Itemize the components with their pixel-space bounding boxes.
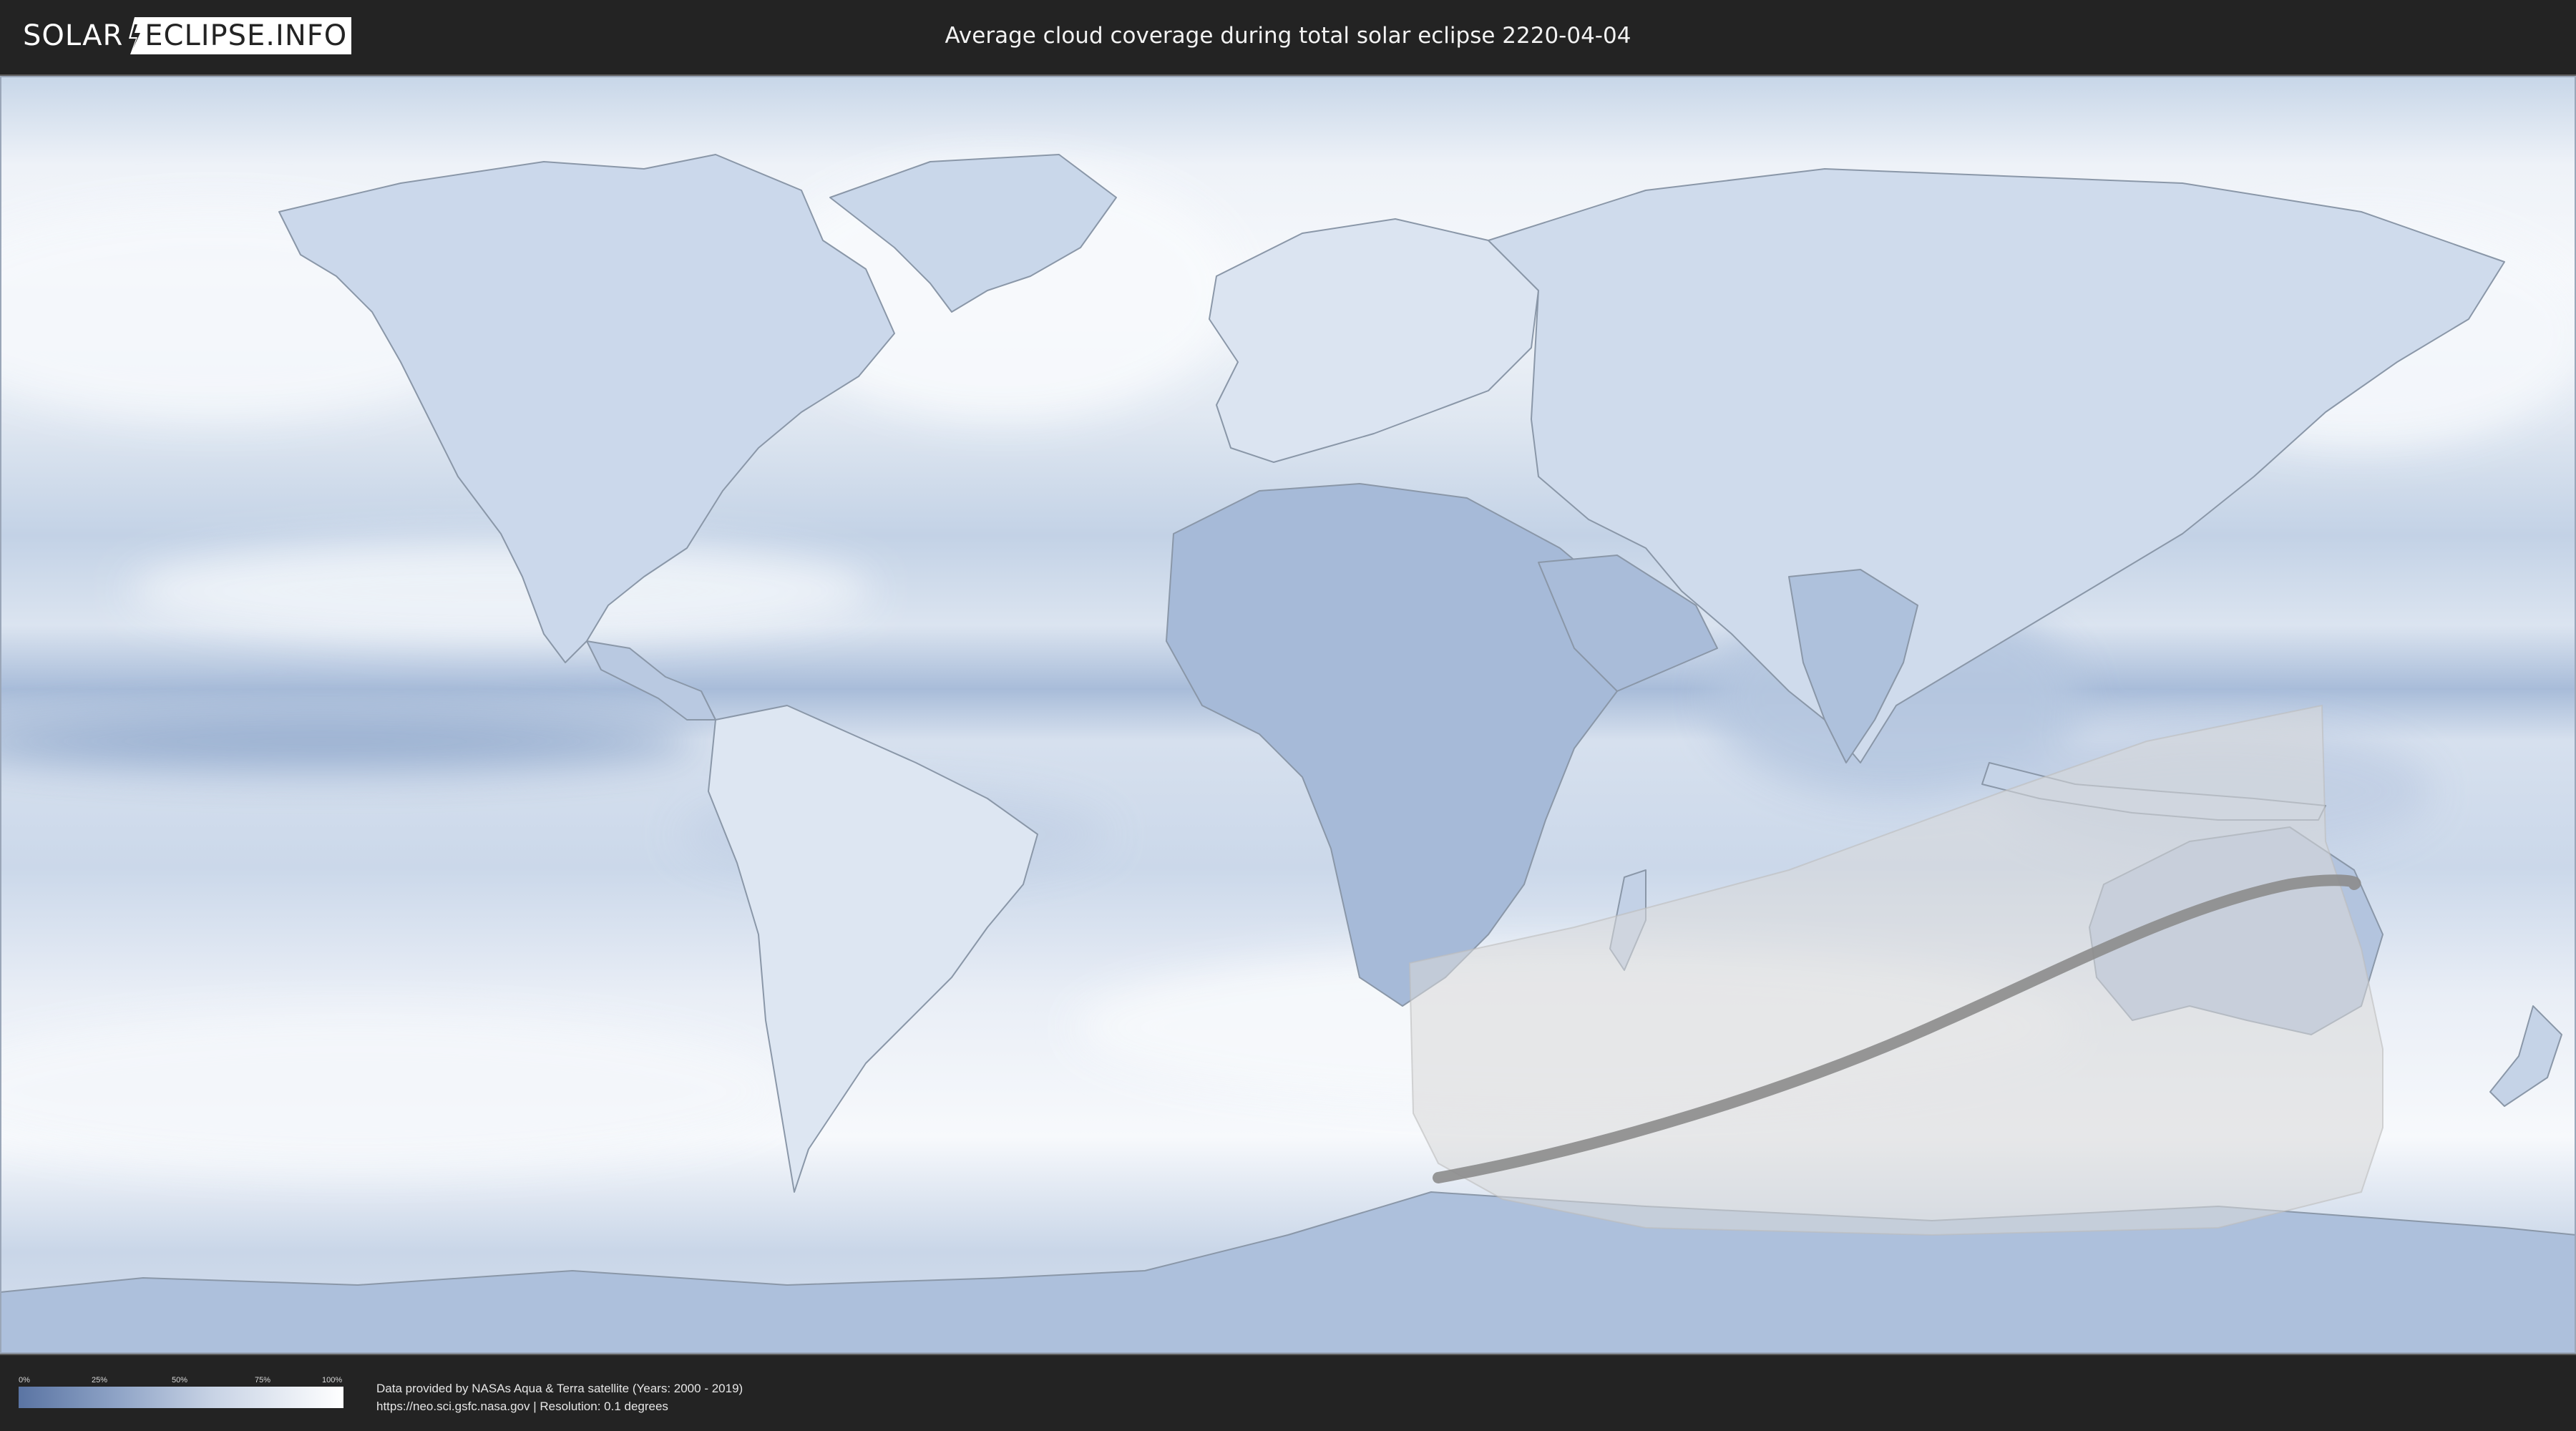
legend-color-ramp bbox=[19, 1387, 343, 1408]
legend-ticks: 0% 25% 50% 75% 100% bbox=[19, 1375, 343, 1385]
legend-tick-50: 50% bbox=[172, 1376, 188, 1384]
page-title: Average cloud coverage during total sola… bbox=[945, 23, 1631, 49]
header-bar: SOLAR ECLIPSE.INFO Average cloud coverag… bbox=[0, 0, 2576, 72]
page: SOLAR ECLIPSE.INFO Average cloud coverag… bbox=[0, 0, 2576, 1431]
legend-tick-100: 100% bbox=[322, 1376, 343, 1384]
legend-tick-25: 25% bbox=[92, 1376, 108, 1384]
data-credits: Data provided by NASAs Aqua & Terra sate… bbox=[376, 1379, 743, 1415]
cloud-coverage-legend: 0% 25% 50% 75% 100% bbox=[19, 1375, 343, 1411]
credit-line-url[interactable]: https://neo.sci.gsfc.nasa.gov | Resoluti… bbox=[376, 1397, 743, 1415]
footer-bar: 0% 25% 50% 75% 100% Data provided by NAS… bbox=[0, 1357, 2576, 1431]
credit-line-source: Data provided by NASAs Aqua & Terra sate… bbox=[376, 1382, 743, 1395]
legend-tick-75: 75% bbox=[255, 1376, 271, 1384]
cloud-coverage-map[interactable] bbox=[0, 76, 2576, 1354]
legend-tick-0: 0% bbox=[19, 1376, 30, 1384]
